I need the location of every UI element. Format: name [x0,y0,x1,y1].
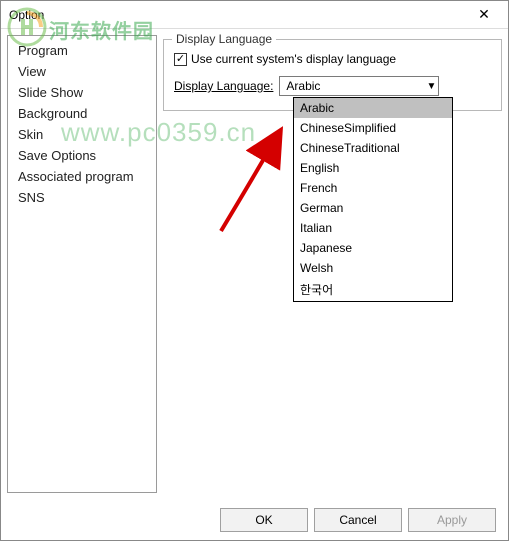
cancel-button[interactable]: Cancel [314,508,402,532]
sidebar-item-background[interactable]: Background [8,103,156,124]
chevron-down-icon: ▼ [427,81,437,92]
close-icon: ✕ [478,6,490,23]
check-icon: ✓ [176,54,185,65]
sidebar-item-view[interactable]: View [8,61,156,82]
dropdown-item-arabic[interactable]: Arabic [294,98,452,118]
dropdown-item-italian[interactable]: Italian [294,218,452,238]
close-button[interactable]: ✕ [464,2,504,28]
dropdown-item-french[interactable]: French [294,178,452,198]
dialog-buttons: OK Cancel Apply [220,508,496,532]
titlebar: Option ✕ [1,1,508,29]
dropdown-item-chinesesimplified[interactable]: ChineseSimplified [294,118,452,138]
dropdown-item-german[interactable]: German [294,198,452,218]
sidebar-item-save-options[interactable]: Save Options [8,145,156,166]
window-title: Option [9,8,44,22]
sidebar-item-sns[interactable]: SNS [8,187,156,208]
display-language-label: Display Language: [174,79,273,93]
use-system-language-row[interactable]: ✓ Use current system's display language [174,52,491,66]
use-system-language-checkbox[interactable]: ✓ [174,53,187,66]
use-system-language-label: Use current system's display language [191,52,396,66]
display-language-dropdown: Arabic ChineseSimplified ChineseTraditio… [293,97,453,302]
dropdown-item-korean[interactable]: 한국어 [294,278,452,301]
fieldset-legend: Display Language [172,32,276,46]
dropdown-item-japanese[interactable]: Japanese [294,238,452,258]
dropdown-item-chinesetraditional[interactable]: ChineseTraditional [294,138,452,158]
sidebar-item-slide-show[interactable]: Slide Show [8,82,156,103]
sidebar-item-program[interactable]: Program [8,40,156,61]
sidebar-item-associated-program[interactable]: Associated program [8,166,156,187]
sidebar: Program View Slide Show Background Skin … [7,35,157,493]
dropdown-item-english[interactable]: English [294,158,452,178]
display-language-value: Arabic [286,79,320,93]
main-panel: Display Language ✓ Use current system's … [163,35,502,493]
ok-button[interactable]: OK [220,508,308,532]
dropdown-item-welsh[interactable]: Welsh [294,258,452,278]
apply-button: Apply [408,508,496,532]
display-language-select[interactable]: Arabic ▼ [279,76,439,96]
sidebar-item-skin[interactable]: Skin [8,124,156,145]
